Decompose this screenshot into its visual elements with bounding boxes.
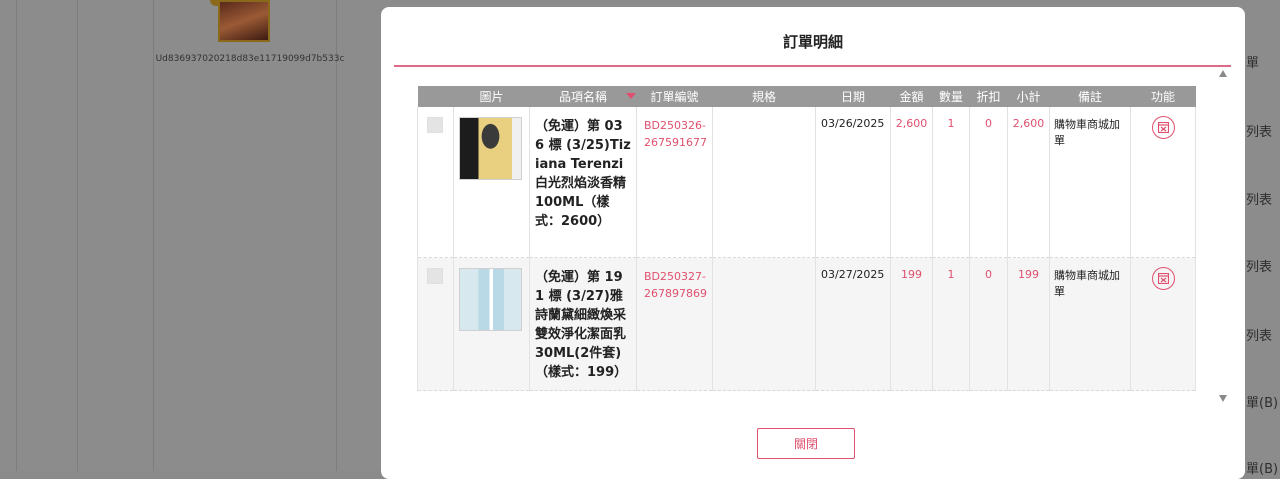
background-label: 列表 — [1246, 260, 1273, 275]
product-name: （免運）第 036 標 (3/25)Tiziana Terenzi 白光烈焰淡香… — [535, 119, 631, 229]
quantity-value: 1 — [947, 268, 955, 281]
product-name: （免運）第 191 標 (3/27)雅詩蘭黛細緻煥采雙效淨化潔面乳 30ML(2… — [535, 270, 628, 380]
column-header-qty: 數量 — [932, 86, 970, 107]
background-divider — [336, 0, 337, 471]
column-header-item-name[interactable]: 品項名稱 — [529, 86, 637, 107]
table-header-row: 圖片 品項名稱 訂單編號 規格 日期 金額 數量 折扣 小計 備註 功能 — [417, 86, 1196, 107]
cancel-order-button[interactable] — [1151, 116, 1175, 139]
subtotal-value: 199 — [1018, 268, 1039, 281]
quantity-value: 1 — [947, 117, 955, 130]
sort-desc-icon[interactable] — [626, 93, 636, 99]
modal-title: 訂單明細 — [782, 33, 843, 51]
column-header-spec: 規格 — [712, 86, 816, 107]
background-label: 單(B) — [1246, 462, 1279, 477]
column-header-image: 圖片 — [453, 86, 530, 107]
cancel-order-icon — [1157, 273, 1169, 284]
discount-value: 0 — [985, 117, 992, 130]
avatar — [218, 0, 270, 42]
order-date: 03/26/2025 — [821, 117, 885, 130]
subtotal-value: 2,600 — [1012, 117, 1045, 130]
background-label: 列表 — [1246, 193, 1273, 208]
user-id-label: Ud836937020218d83e11719099d7b533c — [155, 54, 345, 64]
cancel-order-button[interactable] — [1151, 267, 1175, 290]
background-label: 列表 — [1246, 125, 1273, 140]
cancel-order-icon — [1157, 122, 1169, 133]
scroll-down-arrow-icon[interactable] — [1219, 395, 1227, 402]
row-checkbox[interactable] — [427, 117, 443, 133]
close-button[interactable]: 關閉 — [757, 428, 855, 459]
background-divider — [16, 0, 17, 471]
amount-value: 199 — [901, 268, 922, 281]
scroll-up-arrow-icon[interactable] — [1219, 70, 1227, 77]
row-checkbox[interactable] — [427, 268, 443, 284]
table-row: （免運）第 036 標 (3/25)Tiziana Terenzi 白光烈焰淡香… — [417, 107, 1196, 258]
order-items-table: 圖片 品項名稱 訂單編號 規格 日期 金額 數量 折扣 小計 備註 功能 （免運… — [417, 86, 1196, 391]
background-divider — [77, 0, 78, 471]
column-header-action: 功能 — [1130, 86, 1196, 107]
table-row: （免運）第 191 標 (3/27)雅詩蘭黛細緻煥采雙效淨化潔面乳 30ML(2… — [417, 257, 1196, 391]
amount-value: 2,600 — [895, 117, 928, 130]
column-header-discount: 折扣 — [969, 86, 1008, 107]
product-thumbnail — [459, 268, 522, 331]
remark-text: 購物車商城加單 — [1054, 118, 1120, 147]
column-header-date: 日期 — [815, 86, 891, 107]
background-label: 單 — [1246, 56, 1260, 71]
column-header-order-no: 訂單編號 — [636, 86, 713, 107]
remark-text: 購物車商城加單 — [1054, 269, 1120, 298]
discount-value: 0 — [985, 268, 992, 281]
background-label: 列表 — [1246, 329, 1273, 344]
column-header-select — [417, 86, 454, 107]
order-detail-modal: 訂單明細 圖片 品項名稱 訂單編號 規格 日期 金額 數量 折扣 小計 備註 功… — [381, 7, 1245, 479]
product-thumbnail — [459, 117, 522, 180]
column-header-remark: 備註 — [1049, 86, 1131, 107]
title-divider — [394, 65, 1231, 67]
background-divider — [153, 0, 154, 471]
order-date: 03/27/2025 — [821, 268, 885, 281]
background-label: 單(B) — [1246, 396, 1279, 411]
order-number-link[interactable]: BD250327-267897869 — [644, 268, 712, 302]
column-header-amount: 金額 — [890, 86, 933, 107]
column-header-subtotal: 小計 — [1007, 86, 1050, 107]
order-number-link[interactable]: BD250326-267591677 — [644, 117, 712, 151]
